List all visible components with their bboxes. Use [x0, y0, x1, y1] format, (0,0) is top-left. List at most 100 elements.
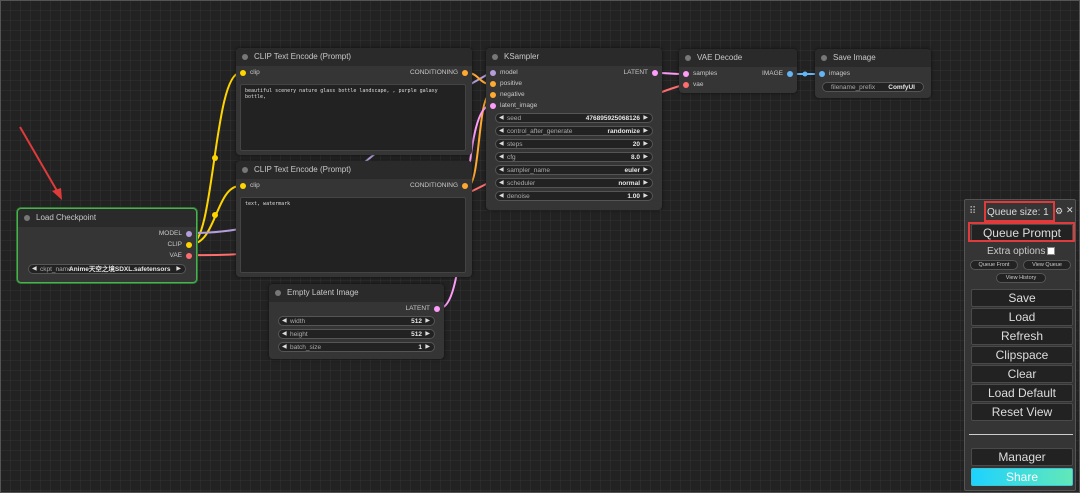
- control-after-generate-widget[interactable]: ◀ control_after_generate randomize ▶: [495, 126, 653, 136]
- collapse-dot-icon[interactable]: [685, 55, 691, 61]
- conditioning-socket-icon[interactable]: [462, 70, 468, 76]
- denoise-widget[interactable]: ◀ denoise 1.00 ▶: [495, 191, 653, 201]
- node-empty-latent-image[interactable]: Empty Latent Image LATENT ◀ width 512 ▶ ◀ he…: [269, 284, 444, 359]
- arrow-right-icon[interactable]: ▶: [176, 265, 181, 274]
- drag-handle-icon[interactable]: ⠿: [969, 206, 976, 217]
- image-socket-icon[interactable]: [819, 71, 825, 77]
- conditioning-socket-icon[interactable]: [490, 92, 496, 98]
- collapse-dot-icon[interactable]: [242, 167, 248, 173]
- arrow-right-icon[interactable]: ▶: [643, 179, 648, 188]
- arrow-left-icon[interactable]: ◀: [499, 114, 504, 123]
- input-vae[interactable]: vae: [683, 80, 703, 90]
- input-negative[interactable]: negative: [490, 90, 525, 100]
- output-vae[interactable]: VAE: [169, 251, 192, 261]
- conditioning-socket-icon[interactable]: [462, 183, 468, 189]
- arrow-left-icon[interactable]: ◀: [499, 127, 504, 136]
- ckpt-name-combo[interactable]: ◀ ckpt_name Anime天空之境SDXL.safetensors ▶: [28, 264, 186, 274]
- arrow-left-icon[interactable]: ◀: [499, 140, 504, 149]
- collapse-dot-icon[interactable]: [242, 54, 248, 60]
- node-title[interactable]: CLIP Text Encode (Prompt): [236, 161, 472, 179]
- view-queue-button[interactable]: View Queue: [1023, 260, 1071, 270]
- arrow-right-icon[interactable]: ▶: [425, 343, 430, 352]
- arrow-right-icon[interactable]: ▶: [643, 166, 648, 175]
- height-widget[interactable]: ◀ height 512 ▶: [278, 329, 435, 339]
- collapse-dot-icon[interactable]: [275, 290, 281, 296]
- collapse-dot-icon[interactable]: [821, 55, 827, 61]
- node-title[interactable]: KSampler: [486, 48, 662, 66]
- input-clip[interactable]: clip: [240, 68, 260, 78]
- model-socket-icon[interactable]: [490, 70, 496, 76]
- output-image[interactable]: IMAGE: [762, 69, 793, 79]
- save-button[interactable]: Save: [971, 289, 1073, 307]
- input-latent-image[interactable]: latent_image: [490, 101, 537, 111]
- clip-socket-icon[interactable]: [240, 183, 246, 189]
- node-title[interactable]: VAE Decode: [679, 49, 797, 67]
- input-images[interactable]: images: [819, 69, 850, 79]
- arrow-left-icon[interactable]: ◀: [499, 153, 504, 162]
- conditioning-socket-icon[interactable]: [490, 81, 496, 87]
- load-button[interactable]: Load: [971, 308, 1073, 326]
- latent-socket-icon[interactable]: [490, 103, 496, 109]
- input-samples[interactable]: samples: [683, 69, 717, 79]
- arrow-right-icon[interactable]: ▶: [643, 127, 648, 136]
- width-widget[interactable]: ◀ width 512 ▶: [278, 316, 435, 326]
- output-model[interactable]: MODEL: [159, 229, 192, 239]
- output-conditioning[interactable]: CONDITIONING: [410, 68, 468, 78]
- load-default-button[interactable]: Load Default: [971, 384, 1073, 402]
- extra-options-checkbox[interactable]: [1047, 247, 1055, 255]
- arrow-right-icon[interactable]: ▶: [643, 114, 648, 123]
- arrow-right-icon[interactable]: ▶: [643, 153, 648, 162]
- node-title[interactable]: Empty Latent Image: [269, 284, 444, 302]
- latent-socket-icon[interactable]: [434, 306, 440, 312]
- arrow-left-icon[interactable]: ◀: [499, 166, 504, 175]
- close-icon[interactable]: ✕: [1066, 205, 1074, 216]
- sampler-name-widget[interactable]: ◀ sampler_name euler ▶: [495, 165, 653, 175]
- clip-socket-icon[interactable]: [186, 242, 192, 248]
- arrow-left-icon[interactable]: ◀: [499, 179, 504, 188]
- clear-button[interactable]: Clear: [971, 365, 1073, 383]
- node-title[interactable]: Load Checkpoint: [18, 209, 196, 227]
- filename-prefix-widget[interactable]: filename_prefix ComfyUI: [822, 82, 924, 92]
- output-latent[interactable]: LATENT: [406, 304, 440, 314]
- node-save-image[interactable]: Save Image images filename_prefix ComfyU…: [815, 49, 931, 98]
- latent-socket-icon[interactable]: [652, 70, 658, 76]
- node-ksampler[interactable]: KSampler model positive negative latent_…: [486, 48, 662, 210]
- manager-button[interactable]: Manager: [971, 448, 1073, 466]
- clip-socket-icon[interactable]: [240, 70, 246, 76]
- vae-socket-icon[interactable]: [683, 82, 689, 88]
- output-conditioning[interactable]: CONDITIONING: [410, 181, 468, 191]
- clipspace-button[interactable]: Clipspace: [971, 346, 1073, 364]
- vae-socket-icon[interactable]: [186, 253, 192, 259]
- collapse-dot-icon[interactable]: [492, 54, 498, 60]
- arrow-left-icon[interactable]: ◀: [32, 265, 37, 274]
- cfg-widget[interactable]: ◀ cfg 8.0 ▶: [495, 152, 653, 162]
- node-vae-decode[interactable]: VAE Decode samples vae IMAGE: [679, 49, 797, 93]
- input-model[interactable]: model: [490, 68, 518, 78]
- refresh-button[interactable]: Refresh: [971, 327, 1073, 345]
- steps-widget[interactable]: ◀ steps 20 ▶: [495, 139, 653, 149]
- output-latent[interactable]: LATENT: [624, 68, 658, 78]
- queue-front-button[interactable]: Queue Front: [970, 260, 1018, 270]
- arrow-left-icon[interactable]: ◀: [282, 343, 287, 352]
- batch-size-widget[interactable]: ◀ batch_size 1 ▶: [278, 342, 435, 352]
- arrow-left-icon[interactable]: ◀: [282, 317, 287, 326]
- arrow-left-icon[interactable]: ◀: [499, 192, 504, 201]
- share-button[interactable]: Share: [971, 468, 1073, 486]
- node-clip-text-encode-negative[interactable]: CLIP Text Encode (Prompt) clip CONDITION…: [236, 161, 472, 277]
- node-title[interactable]: Save Image: [815, 49, 931, 67]
- input-clip[interactable]: clip: [240, 181, 260, 191]
- node-load-checkpoint[interactable]: Load Checkpoint MODEL CLIP VAE ◀ ckpt_na…: [17, 208, 197, 283]
- prompt-textarea[interactable]: beautiful scenery nature glass bottle la…: [240, 84, 466, 151]
- seed-widget[interactable]: ◀ seed 476895925068126 ▶: [495, 113, 653, 123]
- arrow-right-icon[interactable]: ▶: [425, 330, 430, 339]
- collapse-dot-icon[interactable]: [24, 215, 30, 221]
- settings-gear-icon[interactable]: ⚙: [1055, 206, 1063, 217]
- arrow-right-icon[interactable]: ▶: [643, 140, 648, 149]
- arrow-left-icon[interactable]: ◀: [282, 330, 287, 339]
- arrow-right-icon[interactable]: ▶: [643, 192, 648, 201]
- latent-socket-icon[interactable]: [683, 71, 689, 77]
- reset-view-button[interactable]: Reset View: [971, 403, 1073, 421]
- node-clip-text-encode-positive[interactable]: CLIP Text Encode (Prompt) clip CONDITION…: [236, 48, 472, 155]
- output-clip[interactable]: CLIP: [168, 240, 192, 250]
- node-title[interactable]: CLIP Text Encode (Prompt): [236, 48, 472, 66]
